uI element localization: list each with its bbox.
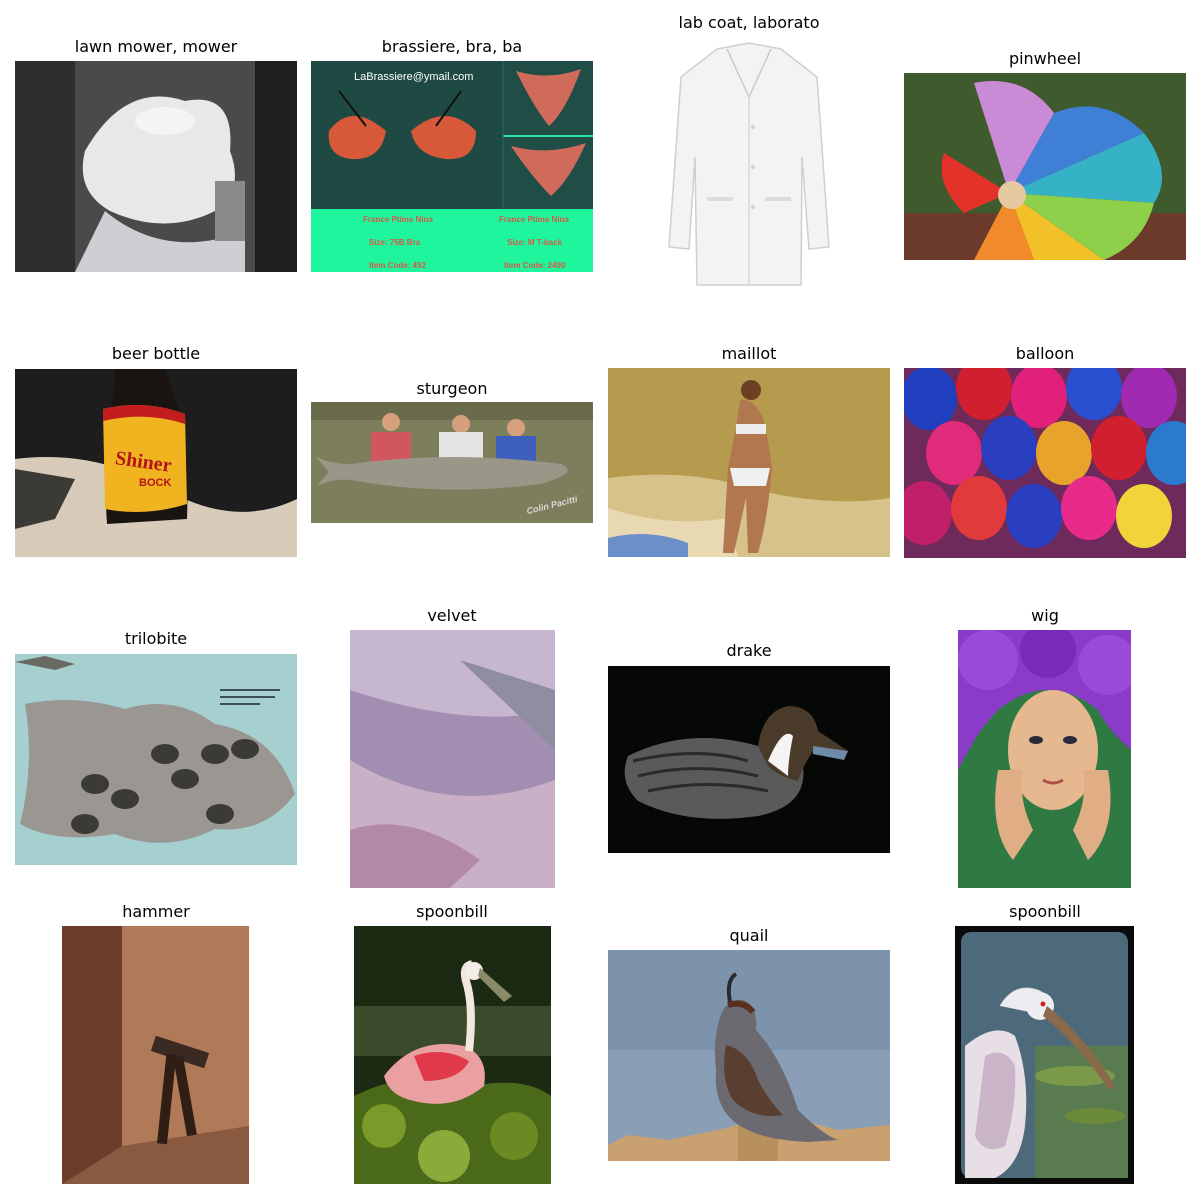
bra-left-line-1: France Ptima Nina [363, 215, 433, 224]
beer-sub-text: BOCK [139, 477, 172, 489]
caption-velvet: velvet [427, 606, 477, 625]
image-beer-bottle: Shiner BOCK [15, 369, 297, 557]
caption-lab-coat: lab coat, laborato [678, 13, 820, 32]
caption-spoonbill-2: spoonbill [1009, 902, 1081, 921]
image-maillot [608, 368, 890, 557]
caption-brassiere: brassiere, bra, ba [381, 37, 523, 56]
image-spoonbill-2 [955, 926, 1134, 1184]
caption-drake: drake [726, 641, 772, 660]
image-sturgeon: Colin Pacitti [311, 402, 593, 523]
bra-left-line-3: Item Code: 492 [369, 261, 426, 270]
caption-spoonbill-1: spoonbill [416, 902, 488, 921]
caption-sturgeon: sturgeon [416, 379, 488, 398]
caption-balloon: balloon [1015, 344, 1075, 363]
image-lawn-mower [15, 61, 297, 272]
bra-right-line-2: Size: M T-back [507, 238, 563, 247]
caption-pinwheel: pinwheel [1008, 49, 1082, 68]
image-brassiere: LaBrassiere@ymail.com France Ptima Nina … [311, 61, 593, 272]
image-lab-coat [667, 37, 831, 295]
bra-right-line-3: Item Code: 2490 [504, 261, 566, 270]
image-pinwheel [904, 73, 1186, 260]
bra-right-line-1: France Ptima Nina [499, 215, 569, 224]
bra-email-text: LaBrassiere@ymail.com [354, 71, 474, 83]
image-hammer [62, 926, 249, 1184]
image-quail [608, 950, 890, 1161]
caption-beer-bottle: beer bottle [111, 344, 201, 363]
caption-hammer: hammer [122, 902, 190, 921]
image-drake [608, 666, 890, 853]
image-wig [958, 630, 1131, 888]
image-spoonbill-1 [354, 926, 551, 1184]
image-velvet [350, 630, 555, 888]
caption-maillot: maillot [721, 344, 777, 363]
image-balloon [904, 368, 1186, 558]
caption-wig: wig [1031, 606, 1059, 625]
caption-quail: quail [729, 926, 769, 945]
image-trilobite [15, 654, 297, 865]
caption-trilobite: trilobite [124, 629, 188, 648]
bra-left-line-2: Size: 75B Bra [369, 238, 421, 247]
caption-lawn-mower: lawn mower, mower [74, 37, 238, 56]
